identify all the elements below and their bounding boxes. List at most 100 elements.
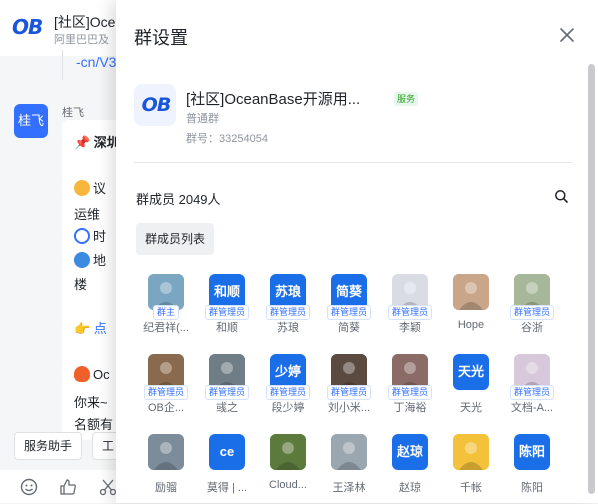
member-avatar bbox=[453, 274, 489, 310]
member-item[interactable]: 陈阳 陈阳 bbox=[502, 434, 562, 504]
chat-subtitle: 阿里巴巴及 bbox=[54, 34, 109, 46]
service-tag: 服务 bbox=[394, 92, 419, 106]
member-role-badge: 群管理员 bbox=[319, 382, 379, 400]
role-badge-label: 群管理员 bbox=[265, 305, 310, 320]
group-name[interactable]: [社区]OceanBase开源用... bbox=[186, 88, 360, 109]
member-avatar bbox=[453, 434, 489, 470]
member-name: 刘小米... bbox=[327, 402, 371, 414]
scissors-icon[interactable] bbox=[99, 478, 117, 496]
role-badge-label: 群管理员 bbox=[204, 385, 249, 400]
member-name: 彧之 bbox=[216, 402, 238, 414]
role-badge-label: 群管理员 bbox=[509, 305, 554, 320]
member-list-button[interactable]: 群成员列表 bbox=[136, 223, 215, 255]
role-badge-label: 群管理员 bbox=[326, 385, 371, 400]
emoji-icon bbox=[74, 180, 90, 196]
member-avatar: 天光 bbox=[453, 354, 489, 390]
role-badge-label: 群管理员 bbox=[326, 305, 371, 320]
panel-scrollbar[interactable] bbox=[588, 64, 595, 494]
member-role-badge: 群管理员 bbox=[197, 302, 257, 320]
member-name: 励骝 bbox=[155, 482, 177, 494]
role-badge-label: 群管理员 bbox=[204, 305, 249, 320]
message-line: Oc bbox=[74, 366, 110, 382]
member-item[interactable]: ce 莫得 | ... bbox=[197, 434, 257, 504]
message-line[interactable]: 👉 点 bbox=[74, 318, 107, 337]
member-avatar bbox=[148, 434, 184, 470]
member-avatar bbox=[270, 434, 306, 470]
chat-header: OB [社区]Oce 阿里巴巴及 bbox=[0, 0, 130, 56]
sender-avatar[interactable]: 桂飞 bbox=[14, 104, 48, 138]
member-item[interactable]: 群管理员 谷浙 bbox=[502, 274, 562, 344]
member-role-badge: 群管理员 bbox=[502, 382, 562, 400]
member-item[interactable]: 天光 天光 bbox=[441, 354, 501, 424]
close-icon[interactable] bbox=[558, 26, 576, 44]
member-item[interactable]: 群主纪君祥(... bbox=[136, 274, 196, 344]
member-role-badge: 群管理员 bbox=[502, 302, 562, 320]
member-role-badge: 群管理员 bbox=[380, 382, 440, 400]
member-name: 王泽林 bbox=[332, 482, 366, 494]
message-line: 运维 bbox=[74, 207, 101, 222]
service-assistant-button[interactable]: 服务助手 bbox=[14, 432, 83, 460]
member-name: 简葵 bbox=[338, 322, 360, 334]
message-line: 名额有 bbox=[74, 417, 114, 432]
message-line: 楼 bbox=[74, 277, 88, 292]
member-role-badge: 群管理员 bbox=[258, 302, 318, 320]
message-line: 地 bbox=[74, 250, 106, 269]
search-icon[interactable] bbox=[554, 189, 569, 204]
member-name: 纪君祥(... bbox=[143, 322, 189, 334]
member-name: 丁海裕 bbox=[393, 402, 427, 414]
emoji-icon[interactable] bbox=[20, 478, 38, 496]
member-item[interactable]: 励骝 bbox=[136, 434, 196, 504]
role-badge-label: 群管理员 bbox=[387, 385, 432, 400]
member-item[interactable]: 群管理员 丁海裕 bbox=[380, 354, 440, 424]
member-item[interactable]: 王泽林 bbox=[319, 434, 379, 504]
member-name: Hope bbox=[457, 319, 485, 331]
member-item[interactable]: 赵琼 赵琼 bbox=[380, 434, 440, 504]
clock-icon bbox=[74, 228, 90, 244]
member-name: 苏琅 bbox=[277, 322, 299, 334]
message-link[interactable]: -cn/V3 bbox=[76, 54, 116, 70]
member-item[interactable]: 少婷 群管理员 段少婷 bbox=[258, 354, 318, 424]
member-name: 文档-A... bbox=[510, 402, 554, 414]
role-badge-label: 群管理员 bbox=[265, 385, 310, 400]
group-type: 普通群 bbox=[186, 113, 219, 125]
member-item[interactable]: 群管理员 彧之 bbox=[197, 354, 257, 424]
members-count: 群成员 2049人 bbox=[136, 192, 221, 207]
chat-logo: OB bbox=[12, 15, 43, 39]
member-name: 李颖 bbox=[399, 322, 421, 334]
member-item[interactable]: 和顺 群管理员 和顺 bbox=[197, 274, 257, 344]
member-avatar: 陈阳 bbox=[514, 434, 550, 470]
member-item[interactable]: 群管理员 李颖 bbox=[380, 274, 440, 344]
member-item[interactable]: 群管理员刘小米... bbox=[319, 354, 379, 424]
member-name: 千帐 bbox=[460, 482, 482, 494]
member-avatar: ce bbox=[209, 434, 245, 470]
member-item[interactable]: 苏琅 群管理员 苏琅 bbox=[258, 274, 318, 344]
divider bbox=[134, 162, 572, 163]
member-name: 谷浙 bbox=[521, 322, 543, 334]
panel-title: 群设置 bbox=[134, 28, 188, 48]
member-item[interactable]: 群管理员 OB企... bbox=[136, 354, 196, 424]
member-name: 段少婷 bbox=[271, 402, 305, 414]
member-name: 赵琼 bbox=[399, 482, 421, 494]
member-item[interactable]: 群管理员文档-A... bbox=[502, 354, 562, 424]
message-line: 议 bbox=[74, 178, 106, 197]
thumbs-up-icon[interactable] bbox=[59, 478, 77, 496]
member-item[interactable]: 千帐 bbox=[441, 434, 501, 504]
member-avatar bbox=[331, 434, 367, 470]
member-role-badge: 群管理员 bbox=[319, 302, 379, 320]
member-role-badge: 群管理员 bbox=[136, 382, 196, 400]
group-logo: OB bbox=[141, 94, 172, 116]
member-name: OB企... bbox=[147, 402, 185, 414]
sender-name: 桂飞 bbox=[62, 107, 84, 119]
group-avatar[interactable]: OB bbox=[134, 84, 176, 126]
message-line: 时 bbox=[74, 226, 106, 245]
member-item[interactable]: Cloud... bbox=[258, 434, 318, 504]
member-name: 陈阳 bbox=[521, 482, 543, 494]
group-settings-panel: 群设置 OB [社区]OceanBase开源用... 服务 普通群 群号：332… bbox=[116, 0, 598, 503]
chat-title[interactable]: [社区]Oce bbox=[54, 12, 115, 32]
message-line: 📌 深圳 bbox=[74, 135, 120, 150]
member-item[interactable]: Hope bbox=[441, 274, 501, 344]
member-role-badge: 群主 bbox=[136, 302, 196, 320]
input-toolbar bbox=[0, 470, 130, 503]
member-name: 莫得 | ... bbox=[206, 482, 248, 494]
member-item[interactable]: 简葵 群管理员 简葵 bbox=[319, 274, 379, 344]
